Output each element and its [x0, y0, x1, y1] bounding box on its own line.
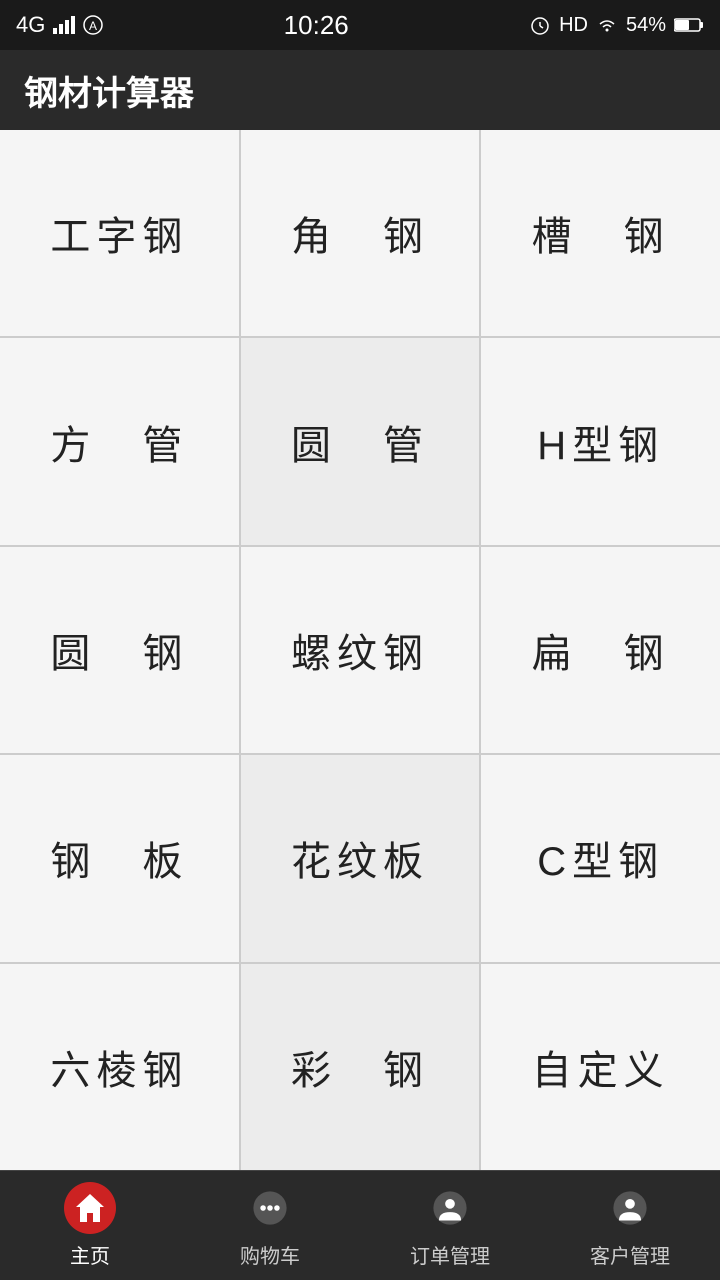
- grid-item-fang-guan[interactable]: 方 管: [0, 338, 239, 544]
- title-bar: 钢材计算器: [0, 50, 720, 130]
- nav-customers[interactable]: 客户管理: [540, 1182, 720, 1269]
- grid-item-gongzi-gang[interactable]: 工字钢: [0, 130, 239, 336]
- status-time: 10:26: [284, 10, 349, 41]
- customers-svg: [612, 1190, 648, 1226]
- grid-item-bian-gang[interactable]: 扁 钢: [481, 547, 720, 753]
- nav-home[interactable]: 主页: [0, 1182, 180, 1269]
- customers-icon: [604, 1182, 656, 1234]
- android-icon: A: [83, 15, 103, 35]
- grid-item-jiao-gang[interactable]: 角 钢: [241, 130, 480, 336]
- status-right: HD 54%: [529, 14, 704, 37]
- nav-cart[interactable]: 购物车: [180, 1182, 360, 1269]
- status-left: 4G A: [16, 12, 103, 38]
- cart-svg: [252, 1190, 288, 1226]
- grid-item-huawen-ban[interactable]: 花纹板: [241, 755, 480, 961]
- hd-badge: HD: [559, 14, 588, 37]
- signal-icon: [53, 14, 75, 36]
- nav-cart-label: 购物车: [240, 1240, 300, 1269]
- home-icon: [64, 1182, 116, 1234]
- svg-text:A: A: [89, 19, 97, 33]
- signal-text: 4G: [16, 12, 45, 38]
- orders-svg: [432, 1190, 468, 1226]
- grid-item-yuan-guan[interactable]: 圆 管: [241, 338, 480, 544]
- material-grid: 工字钢角 钢槽 钢方 管圆 管H型钢圆 钢螺纹钢扁 钢钢 板花纹板C型钢六棱钢彩…: [0, 130, 720, 1170]
- orders-icon: [424, 1182, 476, 1234]
- home-svg: [72, 1190, 108, 1226]
- nav-customers-label: 客户管理: [590, 1240, 670, 1269]
- grid-item-ziding-yi[interactable]: 自定义: [481, 964, 720, 1170]
- alarm-icon: [529, 14, 551, 36]
- app-title: 钢材计算器: [24, 66, 194, 115]
- battery-text: 54%: [626, 14, 666, 37]
- nav-orders-label: 订单管理: [410, 1240, 490, 1269]
- nav-home-label: 主页: [70, 1240, 110, 1269]
- battery-icon: [674, 17, 704, 33]
- grid-item-h-xing-gang[interactable]: H型钢: [481, 338, 720, 544]
- grid-item-luowen-gang[interactable]: 螺纹钢: [241, 547, 480, 753]
- wifi-icon: [596, 17, 618, 33]
- grid-item-c-xing-gang[interactable]: C型钢: [481, 755, 720, 961]
- grid-item-liuleng-gang[interactable]: 六棱钢: [0, 964, 239, 1170]
- grid-item-cao-gang[interactable]: 槽 钢: [481, 130, 720, 336]
- bottom-nav: 主页 购物车 订单管理: [0, 1170, 720, 1280]
- cart-icon: [244, 1182, 296, 1234]
- grid-item-gang-ban[interactable]: 钢 板: [0, 755, 239, 961]
- status-bar: 4G A 10:26 HD 54%: [0, 0, 720, 50]
- grid-item-cai-gang[interactable]: 彩 钢: [241, 964, 480, 1170]
- grid-item-yuan-gang[interactable]: 圆 钢: [0, 547, 239, 753]
- nav-orders[interactable]: 订单管理: [360, 1182, 540, 1269]
